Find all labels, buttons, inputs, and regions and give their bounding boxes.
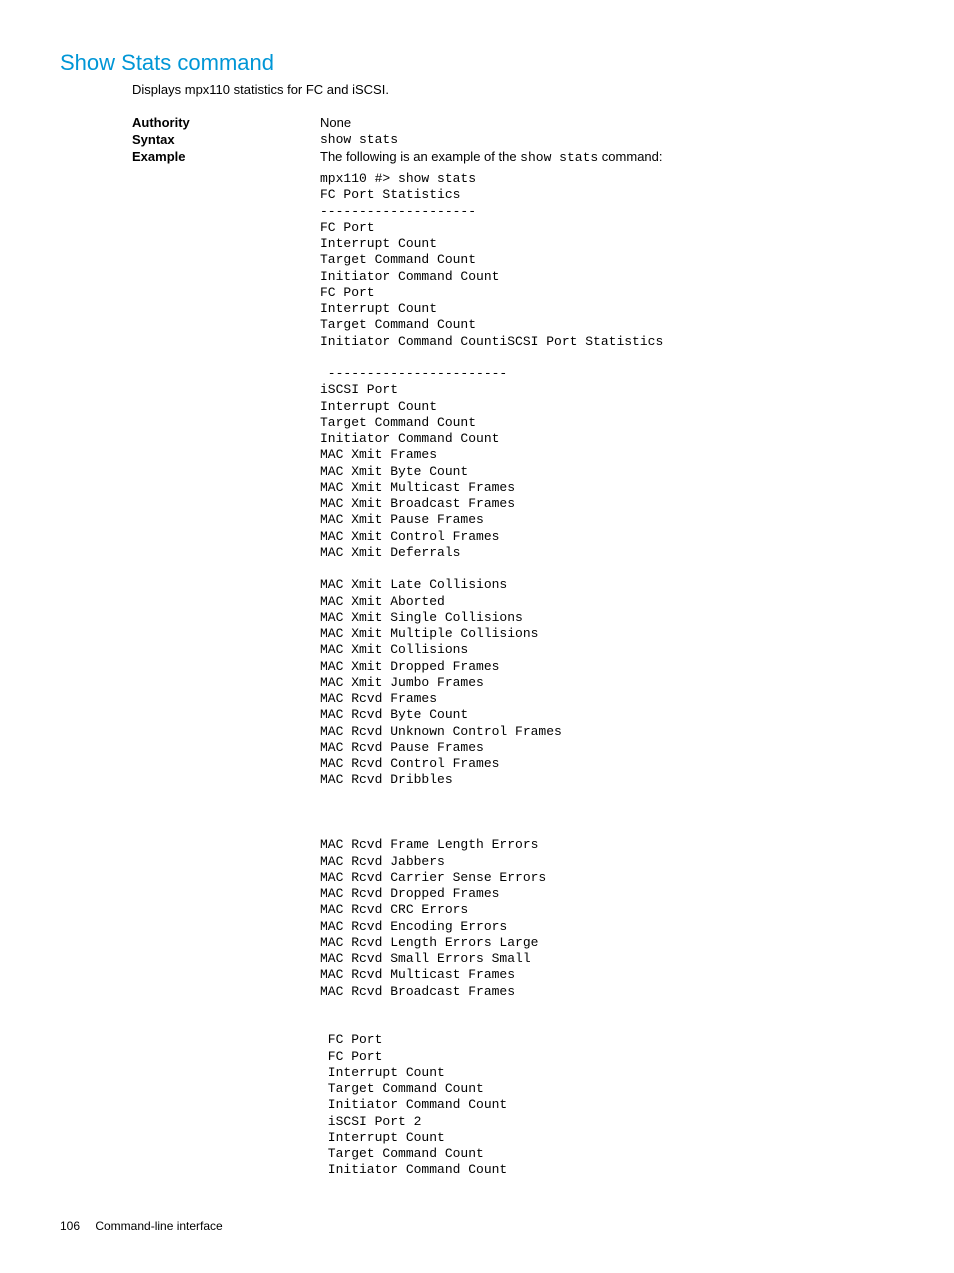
page-number: 106 (60, 1219, 92, 1233)
example-prefix: The following is an example of the (320, 149, 520, 164)
example-row: Example The following is an example of t… (132, 147, 894, 1179)
authority-label: Authority (132, 113, 320, 130)
authority-value: None (320, 113, 351, 130)
footer-section-name: Command-line interface (95, 1219, 222, 1233)
example-mono: show stats (520, 150, 598, 165)
syntax-label: Syntax (132, 130, 320, 147)
document-page: Show Stats command Displays mpx110 stati… (0, 0, 954, 1273)
page-footer: 106 Command-line interface (60, 1219, 894, 1233)
example-suffix: command: (598, 149, 662, 164)
syntax-value: show stats (320, 130, 398, 147)
syntax-row: Syntax show stats (132, 130, 894, 147)
example-label: Example (132, 147, 320, 1179)
section-title: Show Stats command (60, 50, 894, 76)
section-intro: Displays mpx110 statistics for FC and iS… (132, 82, 894, 97)
authority-row: Authority None (132, 113, 894, 130)
example-output: mpx110 #> show stats FC Port Statistics … (320, 171, 663, 1179)
example-value: The following is an example of the show … (320, 147, 663, 1179)
